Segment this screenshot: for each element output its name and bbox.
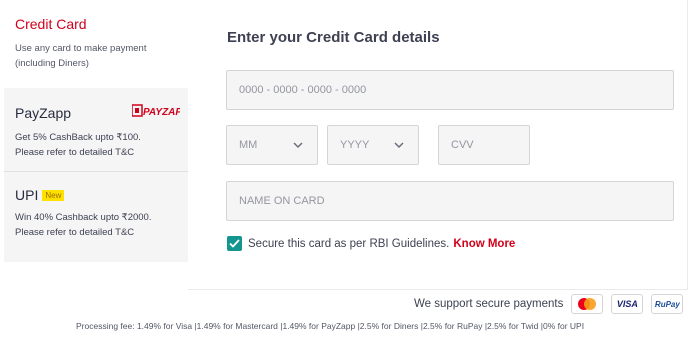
payment-method-sidebar: Credit Card Use any card to make payment… [4, 0, 188, 262]
name-on-card-input[interactable]: NAME ON CARD [226, 181, 674, 221]
secure-card-checkbox[interactable] [227, 236, 242, 251]
sidebar-item-credit-card[interactable]: Credit Card Use any card to make payment… [4, 0, 188, 88]
year-placeholder: YYYY [340, 139, 370, 151]
chevron-down-icon [293, 142, 303, 149]
check-icon [229, 239, 240, 248]
payzapp-title: PayZapp [15, 105, 72, 121]
chevron-down-icon [394, 142, 404, 149]
credit-card-desc-line1: Use any card to make payment [15, 43, 147, 54]
expiry-month-select[interactable]: MM [226, 125, 318, 165]
credit-card-description: Use any card to make payment (including … [15, 41, 180, 71]
secure-payments-label: We support secure payments [414, 298, 564, 310]
credit-card-title: Credit Card [15, 16, 87, 32]
visa-icon: VISA [611, 294, 644, 314]
upi-desc-line1: Win 40% Cashback upto ₹2000. [15, 212, 152, 223]
cvv-input[interactable]: CVV [438, 125, 530, 165]
processing-fee-note: Processing fee: 1.49% for Visa |1.49% fo… [76, 321, 585, 331]
cvv-placeholder: CVV [451, 139, 474, 151]
name-placeholder: NAME ON CARD [239, 195, 325, 207]
new-badge: New [42, 190, 65, 201]
payzapp-logo: PAYZAPP [132, 104, 180, 117]
credit-card-desc-line2: (including Diners) [15, 58, 89, 69]
sidebar-item-payzapp[interactable]: PayZapp PAYZAPP Get 5% CashBack upto ₹10… [4, 88, 188, 172]
upi-desc-line2: Please refer to detailed T&C [15, 227, 135, 238]
payzapp-description: Get 5% CashBack upto ₹100. Please refer … [15, 130, 180, 160]
payzapp-desc-line2: Please refer to detailed T&C [15, 147, 135, 158]
upi-title: UPI New [15, 187, 65, 203]
know-more-link[interactable]: Know More [453, 238, 515, 250]
credit-card-form-panel: Enter your Credit Card details 0000 - 00… [188, 0, 688, 290]
mastercard-icon [571, 294, 604, 314]
month-placeholder: MM [239, 139, 258, 151]
sidebar-item-upi[interactable]: UPI New Win 40% Cashback upto ₹2000. Plea… [4, 172, 188, 262]
payzapp-logo-text: PAYZAPP [143, 107, 180, 117]
form-title: Enter your Credit Card details [227, 29, 440, 46]
card-number-placeholder: 0000 - 0000 - 0000 - 0000 [239, 84, 367, 96]
card-number-input[interactable]: 0000 - 0000 - 0000 - 0000 [226, 70, 674, 110]
rupay-icon: RuPay [651, 294, 684, 314]
secure-card-label: Secure this card as per RBI Guidelines. [248, 237, 450, 250]
upi-description: Win 40% Cashback upto ₹2000. Please refe… [15, 210, 180, 240]
secure-card-row: Secure this card as per RBI Guidelines. … [227, 236, 515, 251]
payzapp-desc-line1: Get 5% CashBack upto ₹100. [15, 132, 141, 143]
upi-title-text: UPI [15, 187, 39, 203]
secure-payments-row: We support secure payments VISA RuPay [414, 294, 684, 314]
expiry-year-select[interactable]: YYYY [327, 125, 419, 165]
mastercard-circles [578, 298, 597, 310]
